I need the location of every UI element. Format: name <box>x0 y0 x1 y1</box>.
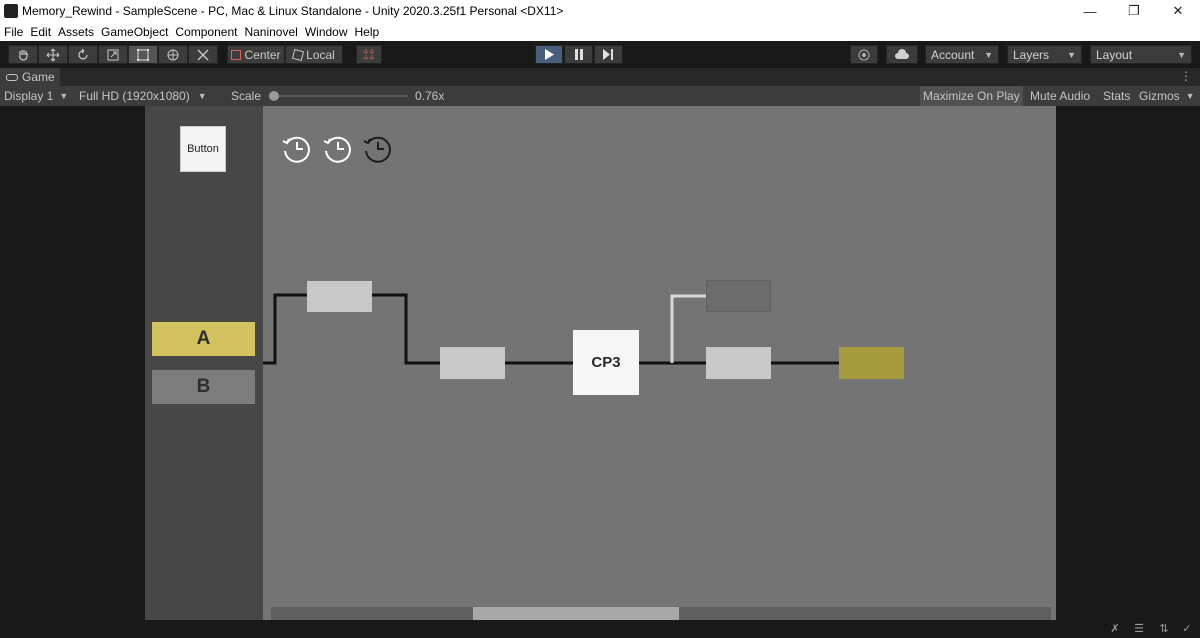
chevron-down-icon: ▼ <box>1067 49 1076 60</box>
scale-slider-thumb[interactable] <box>269 91 279 101</box>
menu-component[interactable]: Component <box>171 25 240 39</box>
tab-game-label: Game <box>22 70 55 84</box>
pivot-local-button[interactable]: Local <box>285 45 343 64</box>
tab-game[interactable]: Game <box>0 68 60 86</box>
goal-node[interactable] <box>839 347 904 379</box>
status-bar: ✗ ☰ ⇅ ✓ <box>0 620 1200 638</box>
scale-value: 0.76x <box>415 89 445 103</box>
account-dropdown[interactable]: Account ▼ <box>925 45 999 64</box>
menu-window[interactable]: Window <box>301 25 351 39</box>
scale-icon[interactable] <box>98 45 128 64</box>
layers-status-icon[interactable]: ☰ <box>1132 622 1146 636</box>
menu-naninovel[interactable]: Naninovel <box>240 25 300 39</box>
pivot-label: Center <box>244 47 281 62</box>
minimize-icon[interactable]: — <box>1068 0 1112 22</box>
checkpoint-node[interactable]: CP3 <box>573 330 639 395</box>
collab-icon[interactable] <box>850 45 878 64</box>
space-label: Local <box>306 47 335 62</box>
story-node[interactable] <box>440 347 505 379</box>
path-line <box>372 293 440 365</box>
pause-icon[interactable] <box>564 45 593 64</box>
cube-icon <box>292 48 305 61</box>
game-view-toolbar: Display 1 ▼ Full HD (1920x1080) ▼ Scale … <box>0 86 1200 106</box>
layers-dropdown[interactable]: Layers ▼ <box>1007 45 1082 64</box>
pivot-icon <box>231 49 242 60</box>
layers-label: Layers <box>1013 47 1050 62</box>
custom-tool-icon[interactable] <box>188 45 218 64</box>
path-line <box>263 293 307 365</box>
gizmos-dropdown[interactable]: Gizmos ▼ <box>1139 86 1195 106</box>
gamepad-icon <box>6 73 18 81</box>
menu-bar: File Edit Assets GameObject Component Na… <box>0 22 1200 41</box>
hand-icon[interactable] <box>8 45 38 64</box>
chevron-down-icon: ▼ <box>197 91 207 101</box>
rect-icon[interactable] <box>128 45 158 64</box>
main-toolbar: Center Local Account ▼ Layers ▼ Layout ▼ <box>0 41 1200 68</box>
game-canvas[interactable]: Button A B CP3 <box>145 106 1056 620</box>
menu-help[interactable]: Help <box>351 25 383 39</box>
tab-menu-icon[interactable]: ⋮ <box>1180 69 1192 83</box>
check-icon[interactable]: ✓ <box>1180 622 1194 636</box>
scrollbar-thumb[interactable] <box>473 607 679 620</box>
step-icon[interactable] <box>594 45 623 64</box>
menu-file[interactable]: File <box>0 25 26 39</box>
mute-audio-toggle[interactable]: Mute Audio <box>1027 86 1093 106</box>
branch-line <box>670 294 706 363</box>
locked-node[interactable] <box>706 280 771 312</box>
debug-off-icon[interactable]: ✗ <box>1108 622 1122 636</box>
play-icon[interactable] <box>535 45 563 64</box>
story-node[interactable] <box>706 347 771 379</box>
layout-label: Layout <box>1096 47 1133 62</box>
collab-status-icon[interactable]: ⇅ <box>1157 622 1171 636</box>
chevron-down-icon: ▼ <box>984 49 993 60</box>
menu-edit[interactable]: Edit <box>26 25 54 39</box>
window-titlebar: Memory_Rewind - SampleScene - PC, Mac & … <box>0 0 1200 22</box>
chevron-down-icon: ▼ <box>1185 91 1195 101</box>
move-icon[interactable] <box>38 45 68 64</box>
window-title: Memory_Rewind - SampleScene - PC, Mac & … <box>22 4 564 18</box>
rotate-icon[interactable] <box>68 45 98 64</box>
transform-icon[interactable] <box>158 45 188 64</box>
menu-assets[interactable]: Assets <box>54 25 97 39</box>
account-label: Account <box>931 47 975 62</box>
gizmos-label: Gizmos <box>1139 89 1180 103</box>
grid-snap-icon[interactable] <box>356 45 382 64</box>
cloud-icon[interactable] <box>886 45 918 64</box>
display-dropdown[interactable]: Display 1 ▼ <box>4 86 68 106</box>
close-icon[interactable]: ✕ <box>1156 0 1200 22</box>
scale-label: Scale <box>231 89 262 103</box>
chevron-down-icon: ▼ <box>59 91 69 101</box>
chevron-down-icon: ▼ <box>1177 49 1186 60</box>
scale-slider[interactable] <box>269 91 408 101</box>
layout-dropdown[interactable]: Layout ▼ <box>1090 45 1192 64</box>
restore-icon[interactable]: ❐ <box>1112 0 1156 22</box>
menu-gameobject[interactable]: GameObject <box>97 25 171 39</box>
story-node[interactable] <box>307 281 372 312</box>
game-viewport: Button A B CP3 <box>0 106 1200 620</box>
resolution-label: Full HD (1920x1080) <box>79 89 190 103</box>
unity-icon <box>4 4 18 18</box>
pivot-center-button[interactable]: Center <box>227 45 285 64</box>
stats-toggle[interactable]: Stats <box>1100 86 1133 106</box>
horizontal-scrollbar[interactable] <box>271 607 1051 620</box>
tab-bar: Game ⋮ <box>0 68 1200 86</box>
maximize-on-play-toggle[interactable]: Maximize On Play <box>920 86 1023 106</box>
resolution-dropdown[interactable]: Full HD (1920x1080) ▼ <box>79 86 207 106</box>
display-label: Display 1 <box>4 89 54 103</box>
